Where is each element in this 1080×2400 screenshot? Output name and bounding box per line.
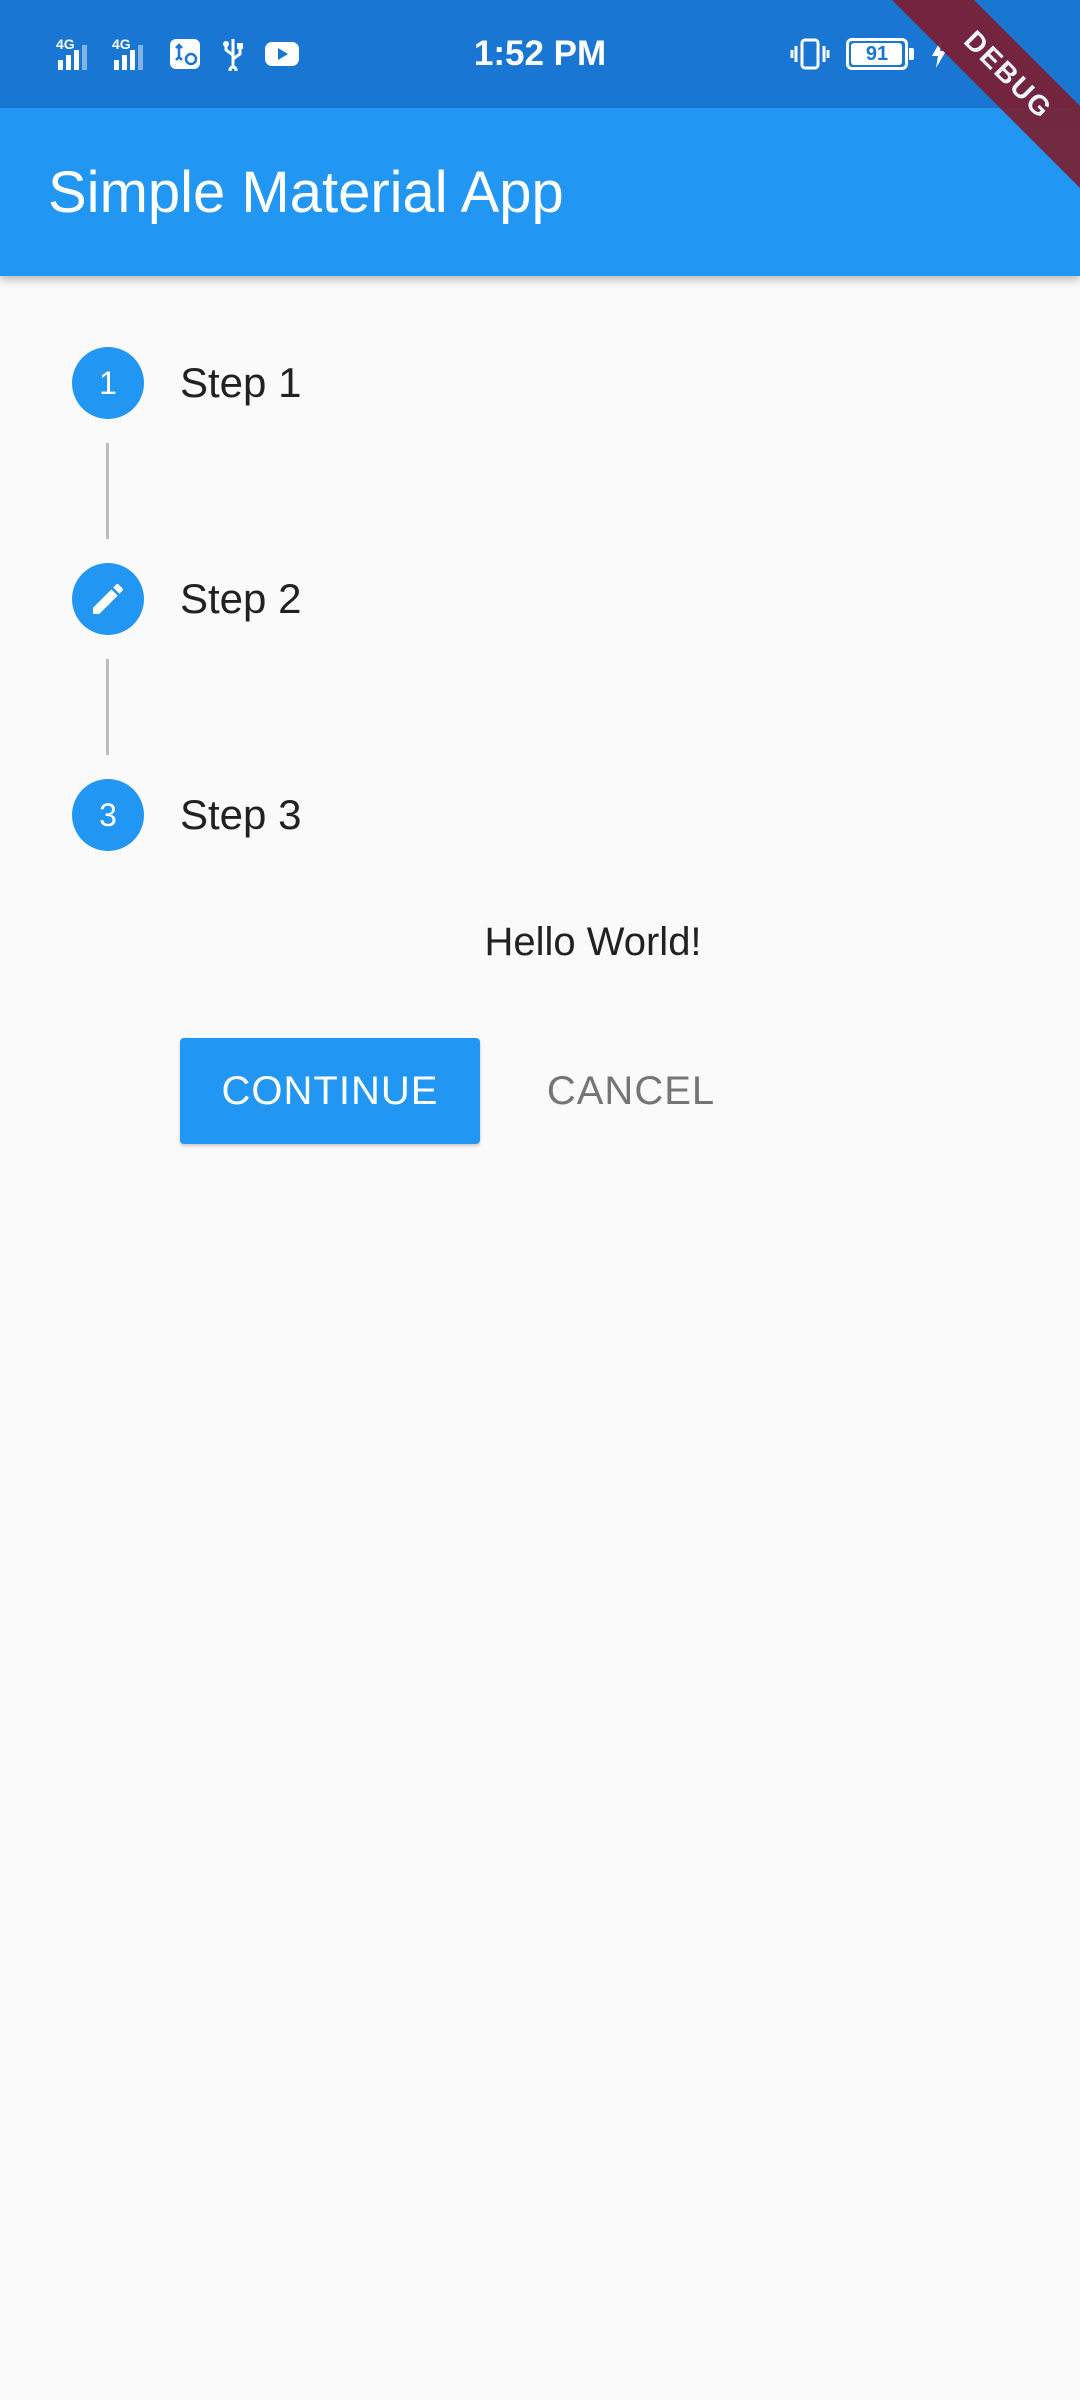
status-bar-right: 91 [790,0,948,108]
step-1-index: 1 [72,347,144,419]
step-content-text: Hello World! [484,920,702,964]
step-3-title: Step 3 [180,791,302,838]
step-2-title: Step 2 [180,575,302,622]
pencil-icon [93,583,124,614]
continue-button[interactable]: CONTINUE [180,1038,480,1144]
step-1[interactable]: 1 Step 1 [72,347,301,419]
battery-icon: 91 [846,38,914,70]
status-bar: 4G 4G 1:52 PM 91 [0,0,1080,108]
charging-bolt-icon [930,39,948,69]
app-bar: Simple Material App [0,108,1080,276]
app-title: Simple Material App [48,159,564,225]
step-connector [106,443,109,539]
step-3[interactable]: 3 Step 3 [72,779,301,851]
step-2-edit-indicator [72,563,144,635]
step-2[interactable]: Step 2 [72,563,301,635]
vibrate-icon [790,37,830,71]
step-connector [106,659,109,755]
battery-level: 91 [865,42,889,65]
step-3-index: 3 [72,779,144,851]
cancel-button[interactable]: CANCEL [508,1038,754,1144]
step-1-title: Step 1 [180,359,302,406]
